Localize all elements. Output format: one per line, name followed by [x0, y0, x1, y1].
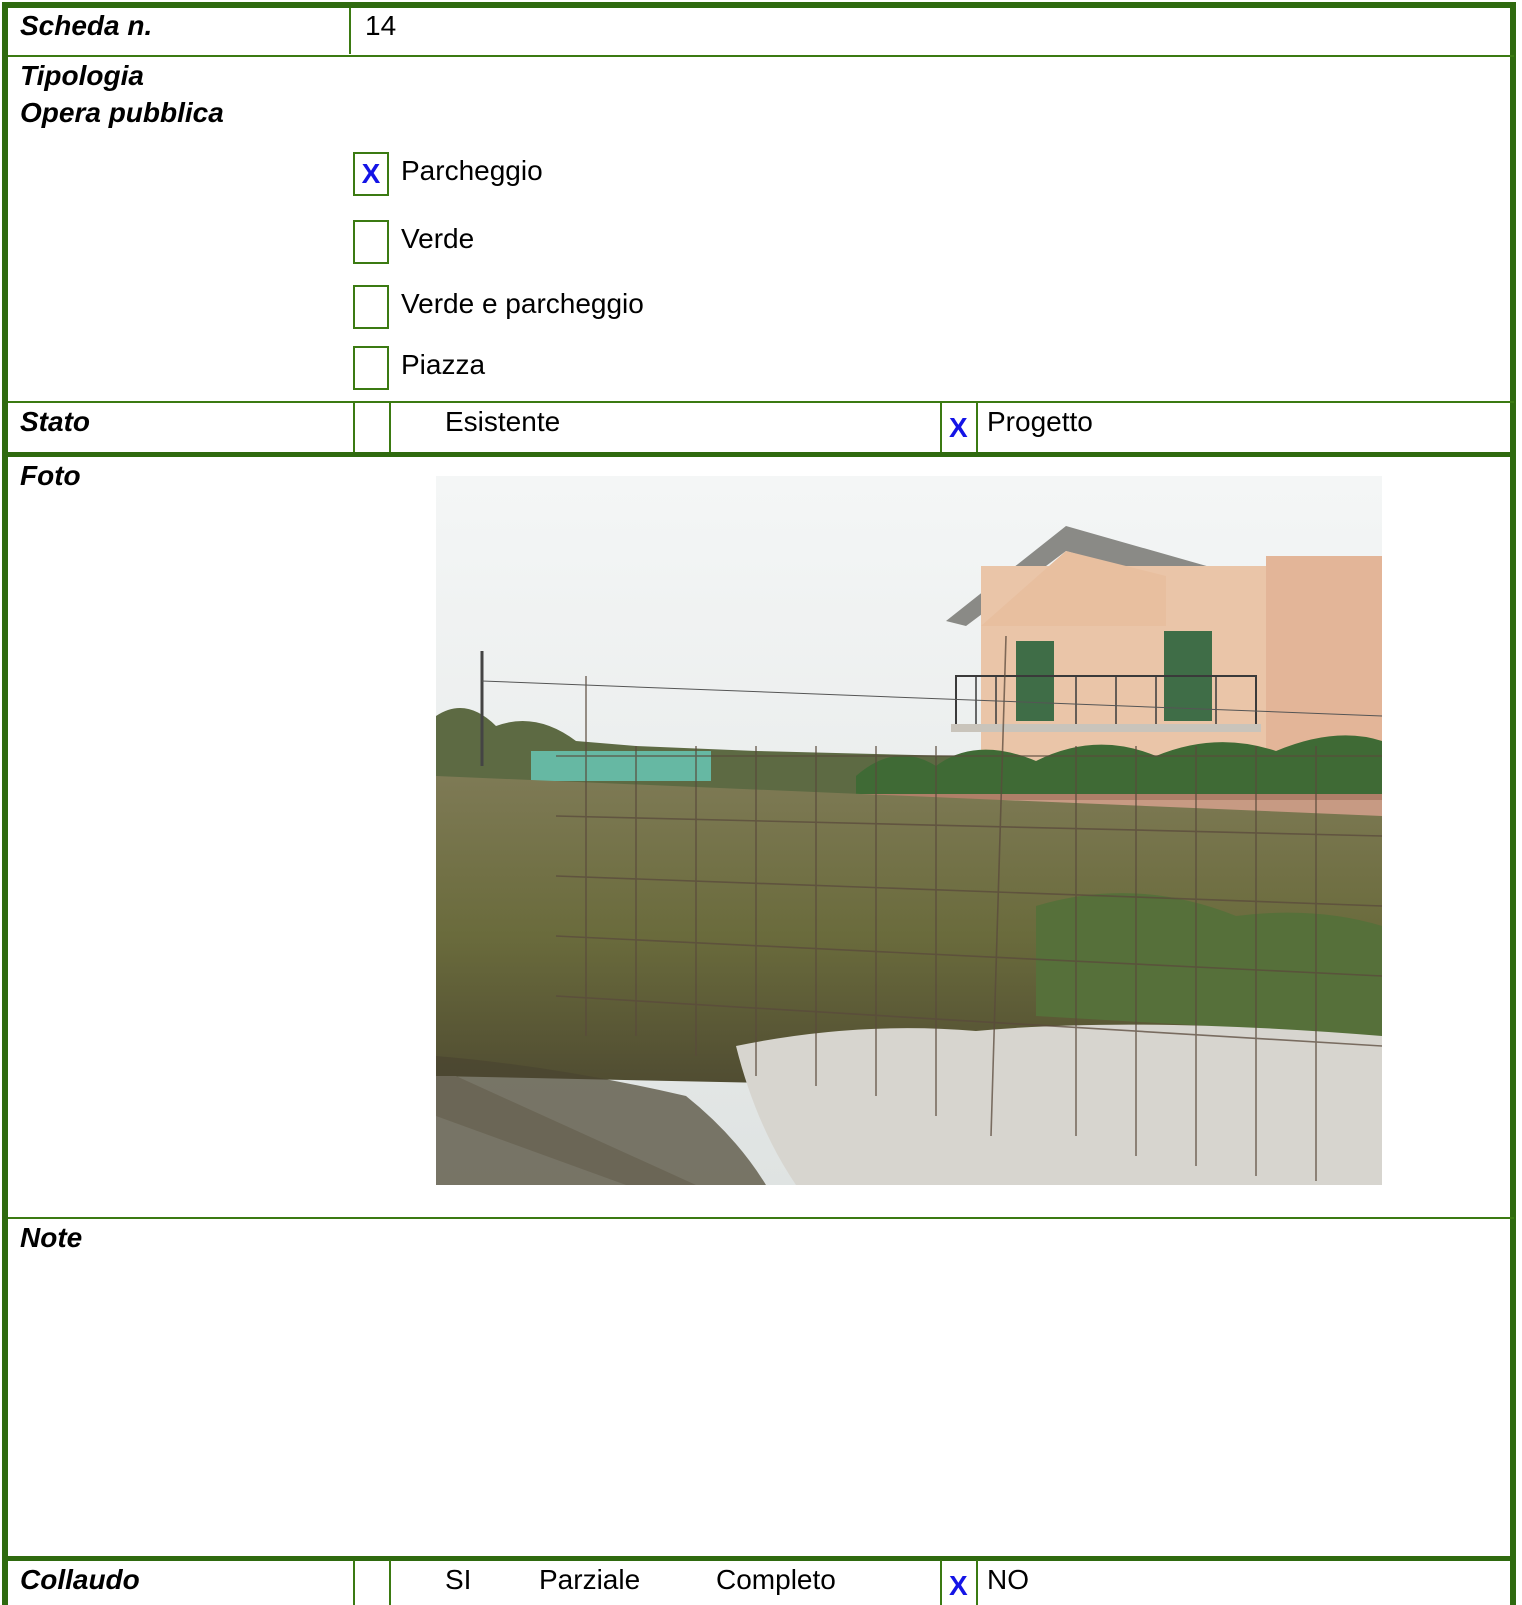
site-photo — [436, 476, 1382, 1185]
foto-label: Foto — [20, 460, 81, 491]
collaudo-no-checkbox[interactable]: X — [949, 1568, 968, 1604]
stato-label: Stato — [20, 406, 90, 437]
stato-divider — [389, 403, 391, 452]
piazza-label: Piazza — [401, 349, 486, 380]
row-divider — [8, 401, 1514, 403]
collaudo-parziale-label: Parziale — [539, 1564, 641, 1595]
progetto-checkbox[interactable]: X — [949, 410, 968, 446]
section-divider — [8, 452, 1514, 457]
piazza-checkbox[interactable] — [353, 346, 389, 390]
collaudo-completo-label: Completo — [716, 1564, 836, 1595]
collaudo-divider — [389, 1560, 391, 1605]
tipologia-label: Tipologia — [20, 60, 144, 91]
stato-divider — [976, 403, 978, 452]
scheda-divider — [349, 8, 351, 54]
stato-divider — [940, 403, 942, 452]
section-divider — [8, 1556, 1514, 1561]
opera-pubblica-label: Opera pubblica — [20, 97, 224, 128]
verde-e-parcheggio-checkbox[interactable] — [353, 285, 389, 329]
verde-checkbox[interactable] — [353, 220, 389, 264]
parcheggio-label: Parcheggio — [401, 155, 543, 186]
verde-e-parcheggio-label: Verde e parcheggio — [401, 288, 644, 319]
note-label: Note — [20, 1222, 83, 1253]
verde-label: Verde — [401, 223, 475, 254]
collaudo-no-label: NO — [987, 1564, 1029, 1595]
row-divider — [8, 1217, 1514, 1219]
row-divider — [8, 55, 1514, 57]
collaudo-divider — [976, 1560, 978, 1605]
parcheggio-checkbox[interactable]: X — [353, 152, 389, 196]
progetto-label: Progetto — [987, 406, 1093, 437]
collaudo-divider — [353, 1560, 355, 1605]
collaudo-si-label: SI — [445, 1564, 472, 1595]
scheda-label: Scheda n. — [20, 10, 153, 41]
collaudo-divider — [940, 1560, 942, 1605]
esistente-label: Esistente — [445, 406, 561, 437]
scheda-value: 14 — [365, 10, 397, 41]
collaudo-label: Collaudo — [20, 1564, 140, 1595]
stato-divider — [353, 403, 355, 452]
